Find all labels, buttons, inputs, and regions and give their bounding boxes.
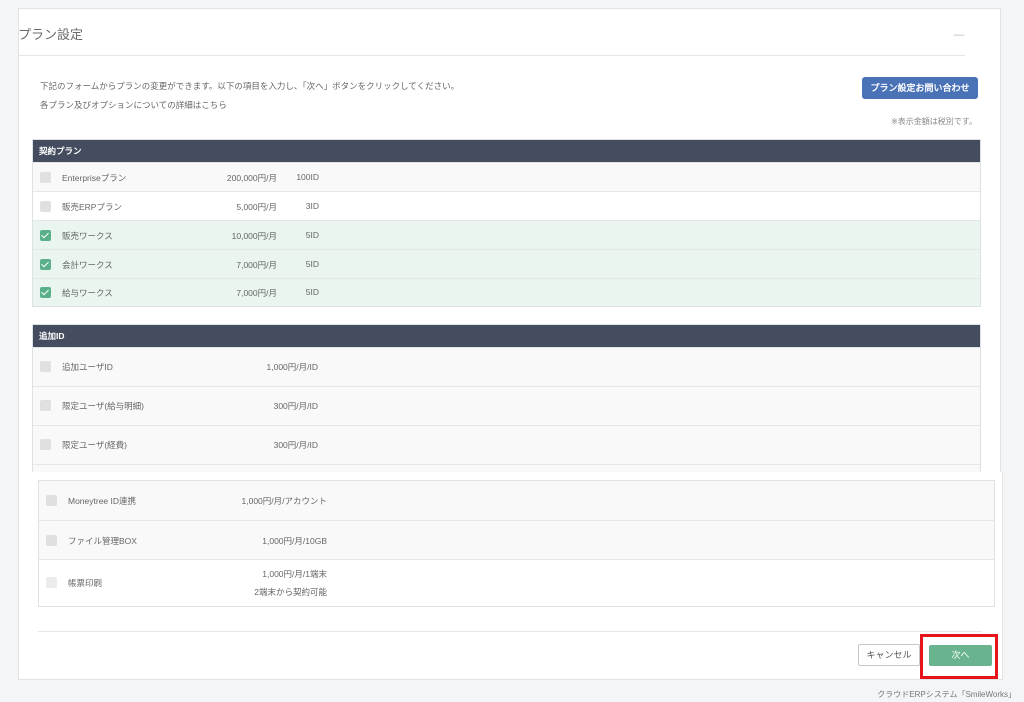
option-price: 1,000円/月/アカウント bbox=[241, 496, 328, 506]
option-price-note: 2端末から契約可能 bbox=[254, 587, 327, 597]
intro-text: 下記のフォームからプランの変更ができます。以下の項目を入力し、「次へ」ボタンをク… bbox=[40, 81, 460, 91]
plan-ids: 100ID bbox=[296, 172, 319, 182]
extra-id-price: 1,000円/月/ID bbox=[266, 362, 319, 372]
plan-name: 給与ワークス bbox=[62, 288, 113, 298]
plan-checkbox-enterprise[interactable] bbox=[40, 172, 51, 183]
option-row-file-box[interactable]: ファイル管理BOX 1,000円/月/10GB bbox=[39, 520, 994, 559]
plan-row-sales-works[interactable]: 販売ワークス 10,000円/月 5ID bbox=[33, 220, 980, 249]
extra-id-row[interactable]: 限定ユーザ(経費) 300円/月/ID bbox=[33, 425, 980, 464]
extra-id-name: 限定ユーザ(経費) bbox=[62, 440, 127, 450]
tax-note: ※表示金額は税別です。 bbox=[891, 117, 977, 126]
contract-plan-table: 契約プラン Enterpriseプラン 200,000円/月 100ID 販売E… bbox=[32, 139, 981, 307]
plan-row-accounting-works[interactable]: 会計ワークス 7,000円/月 5ID bbox=[33, 249, 980, 278]
cancel-button[interactable]: キャンセル bbox=[858, 644, 920, 666]
extra-id-price: 300円/月/ID bbox=[273, 401, 318, 411]
plan-name: 販売ワークス bbox=[62, 231, 113, 241]
plan-ids: 5ID bbox=[305, 259, 319, 269]
option-name: 帳票印刷 bbox=[68, 578, 103, 588]
plan-inquiry-button[interactable]: プラン設定お問い合わせ bbox=[862, 77, 978, 99]
plan-ids: 5ID bbox=[305, 230, 319, 240]
option-checkbox-moneytree[interactable] bbox=[46, 495, 57, 506]
option-price: 1,000円/月/10GB bbox=[262, 536, 327, 546]
plan-price: 7,000円/月 bbox=[236, 288, 277, 298]
plan-price: 10,000円/月 bbox=[231, 231, 277, 241]
plan-details-link[interactable]: 各プラン及びオプションについての詳細はこちら bbox=[40, 99, 227, 111]
plan-row-enterprise[interactable]: Enterpriseプラン 200,000円/月 100ID bbox=[33, 162, 980, 191]
plan-price: 200,000円/月 bbox=[226, 173, 277, 183]
option-checkbox-form-print[interactable] bbox=[46, 577, 57, 588]
footer-brand: クラウドERPシステム「SmileWorks」 bbox=[877, 690, 1016, 699]
plan-name: 販売ERPプラン bbox=[62, 202, 122, 212]
plan-price: 5,000円/月 bbox=[236, 202, 277, 212]
card-header: プラン設定 — bbox=[18, 18, 965, 56]
extra-id-checkbox[interactable] bbox=[40, 361, 51, 372]
extra-id-row[interactable]: 限定ユーザ(給与明細) 300円/月/ID bbox=[33, 386, 980, 425]
extra-id-checkbox[interactable] bbox=[40, 439, 51, 450]
plan-name: 会計ワークス bbox=[62, 260, 113, 270]
additional-id-header: 追加ID bbox=[33, 325, 980, 347]
extra-id-name: 追加ユーザID bbox=[62, 362, 113, 372]
plan-ids: 5ID bbox=[305, 287, 319, 297]
option-row-moneytree[interactable]: Moneytree ID連携 1,000円/月/アカウント bbox=[39, 481, 994, 520]
option-checkbox-file-box[interactable] bbox=[46, 535, 57, 546]
plan-checkbox-sales-works[interactable] bbox=[40, 230, 51, 241]
additional-id-table: 追加ID 追加ユーザID 1,000円/月/ID 限定ユーザ(給与明細) 300… bbox=[32, 324, 981, 472]
plan-checkbox-sales-erp[interactable] bbox=[40, 201, 51, 212]
plan-row-payroll-works[interactable]: 給与ワークス 7,000円/月 5ID bbox=[33, 278, 980, 306]
option-price: 1,000円/月/1端末 bbox=[262, 569, 327, 579]
option-row-form-print[interactable]: 帳票印刷 1,000円/月/1端末 2端末から契約可能 bbox=[39, 559, 994, 606]
contract-plan-header: 契約プラン bbox=[33, 140, 980, 162]
extra-id-row-partial bbox=[33, 464, 980, 472]
page-title: プラン設定 bbox=[18, 27, 84, 42]
extra-id-price: 300円/月/ID bbox=[273, 440, 318, 450]
extra-id-checkbox[interactable] bbox=[40, 400, 51, 411]
plan-checkbox-accounting-works[interactable] bbox=[40, 259, 51, 270]
extra-id-row[interactable]: 追加ユーザID 1,000円/月/ID bbox=[33, 347, 980, 386]
next-button[interactable]: 次へ bbox=[929, 645, 992, 666]
extra-id-name: 限定ユーザ(給与明細) bbox=[62, 401, 144, 411]
footer-divider bbox=[38, 631, 982, 632]
option-name: ファイル管理BOX bbox=[68, 536, 137, 546]
option-name: Moneytree ID連携 bbox=[68, 496, 137, 506]
plan-row-sales-erp[interactable]: 販売ERPプラン 5,000円/月 3ID bbox=[33, 191, 980, 220]
option-table: Moneytree ID連携 1,000円/月/アカウント ファイル管理BOX … bbox=[38, 480, 995, 607]
plan-ids: 3ID bbox=[305, 201, 319, 211]
plan-checkbox-payroll-works[interactable] bbox=[40, 287, 51, 298]
plan-price: 7,000円/月 bbox=[236, 260, 277, 270]
plan-name: Enterpriseプラン bbox=[62, 173, 127, 183]
collapse-icon[interactable]: — bbox=[953, 30, 965, 41]
